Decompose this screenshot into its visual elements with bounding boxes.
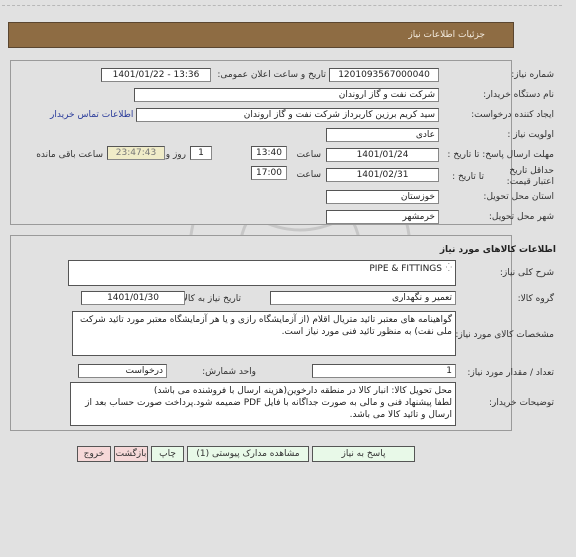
top-divider (2, 5, 562, 6)
summary-field: ⁛ PIPE & FITTINGS (68, 260, 456, 286)
page-title: جزئیات اطلاعات نیاز (408, 30, 485, 40)
specs-label: مشخصات کالای مورد نیاز: (455, 330, 554, 340)
creator-field: سید کریم برزین کاربرداز شرکت نفت و گاز ا… (136, 108, 439, 122)
unit-label: واحد شمارش: (202, 367, 256, 377)
notes-label: توضیحات خریدار: (488, 398, 554, 408)
need-date-label: تاریخ نیاز به کالا: (179, 294, 241, 304)
reply-date-field: 1401/01/24 (326, 148, 439, 162)
remaining-time-field: 23:47:43 (107, 146, 165, 160)
specs-field: گواهینامه های معتبر تائید متریال اقلام (… (72, 311, 456, 356)
unit-field: درخواست (78, 364, 167, 378)
buyer-org-label: نام دستگاه خریدار: (483, 90, 554, 100)
summary-label: شرح کلی نیاز: (499, 268, 554, 278)
exit-button[interactable]: خروج (77, 446, 111, 462)
group-field: تعمیر و نگهداری (270, 291, 456, 305)
summary-text: PIPE & FITTINGS (369, 264, 442, 274)
need-date-field: 1401/01/30 (81, 291, 185, 305)
validity-time-field: 17:00 (251, 166, 287, 180)
validity-to-label: تا تاریخ : (452, 172, 484, 182)
province-label: استان محل تحویل: (483, 192, 554, 202)
need-number-label: شماره نیاز: (511, 70, 554, 80)
province-field: خوزستان (326, 190, 439, 204)
notes-line-2: لطفا پیشنهاد فنی و مالی به صورت جداگانه … (85, 398, 452, 420)
city-label: شهر محل تحویل: (488, 212, 554, 222)
reply-time-field: 13:40 (251, 146, 287, 160)
need-number-field: 1201093567000040 (329, 68, 439, 82)
goods-section-title: اطلاعات کالاهای مورد نیاز (439, 245, 556, 255)
announce-field: 1401/01/22 - 13:36 (101, 68, 211, 82)
reply-button[interactable]: پاسخ به نیاز (312, 446, 415, 462)
days-label: روز و (165, 150, 186, 160)
back-button[interactable]: بازگشت (114, 446, 148, 462)
validity-label: حداقل تاریخ اعتبار قیمت: (506, 166, 554, 187)
notes-field: محل تحویل کالا: انبار کالا در منطقه دارخ… (70, 382, 456, 426)
validity-date-field: 1401/02/31 (326, 168, 439, 182)
buyer-contact-link[interactable]: اطلاعات تماس خریدار (50, 110, 133, 120)
buyer-org-field: شرکت نفت و گاز اروندان (134, 88, 439, 102)
print-button[interactable]: چاپ (151, 446, 184, 462)
resize-handle-icon[interactable]: ⁛ (446, 264, 452, 272)
announce-label: تاریخ و ساعت اعلان عمومی: (217, 70, 326, 80)
page-header: جزئیات اطلاعات نیاز (8, 22, 514, 48)
qty-field: 1 (312, 364, 456, 378)
city-field: خرمشهر (326, 210, 439, 224)
validity-time-label: ساعت (296, 170, 322, 180)
reply-time-label: ساعت (296, 150, 322, 160)
reply-deadline-label: مهلت ارسال پاسخ: تا تاریخ : (447, 150, 554, 160)
days-field: 1 (190, 146, 212, 160)
remaining-label: ساعت باقی مانده (36, 150, 103, 160)
qty-label: تعداد / مقدار مورد نیاز: (467, 368, 554, 378)
attachments-button[interactable]: مشاهده مدارک پیوستی (1) (187, 446, 309, 462)
creator-label: ایجاد کننده درخواست: (471, 110, 554, 120)
priority-label: اولویت نیاز : (507, 130, 554, 140)
notes-line-1: محل تحویل کالا: انبار کالا در منطقه دارخ… (153, 386, 452, 396)
group-label: گروه کالا: (517, 294, 554, 304)
priority-field: عادی (326, 128, 439, 142)
